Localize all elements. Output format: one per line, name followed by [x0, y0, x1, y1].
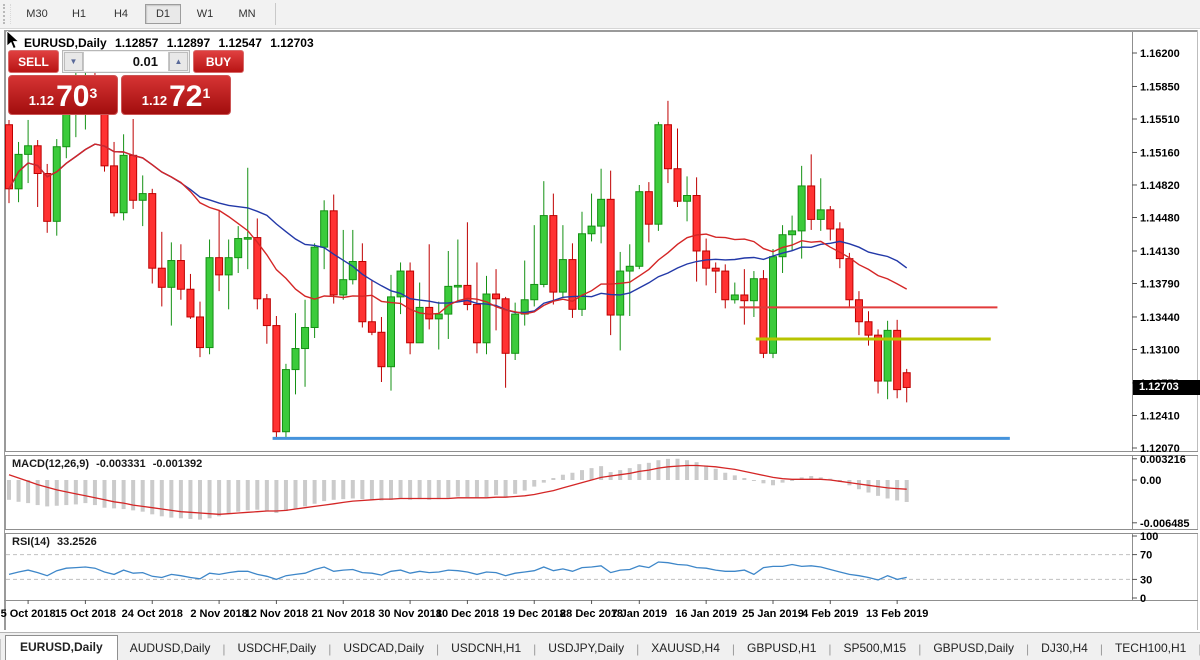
axis-date-label: 15 Oct 2018	[55, 608, 116, 620]
macd-signal-value: -0.001392	[152, 458, 203, 470]
axis-price-label: 30	[1140, 574, 1152, 586]
macd-label-row: MACD(12,26,9) -0.003331 -0.001392	[12, 458, 206, 470]
buy-price-base: 1.12	[141, 93, 168, 108]
axis-price-label: 1.13100	[1140, 344, 1180, 356]
axis-date-label: 30 Nov 2018	[378, 608, 442, 620]
tab-XAUUSD-H4[interactable]: XAUUSD,H4	[639, 637, 732, 660]
axis-date-label: 19 Dec 2018	[503, 608, 566, 620]
mouse-cursor-icon	[6, 31, 20, 50]
tab-GBPUSD-H1[interactable]: GBPUSD,H1	[735, 637, 828, 660]
axis-date-label: 12 Nov 2018	[245, 608, 309, 620]
ohlc-close: 1.12703	[270, 36, 314, 50]
rsi-indicator-label: RSI(14)	[12, 536, 50, 548]
axis-price-label: 1.16200	[1140, 48, 1180, 60]
axis-date-label: 2 Nov 2018	[190, 608, 247, 620]
axis-date-label: 4 Feb 2019	[802, 608, 858, 620]
chart-symbol-label: EURUSD,Daily	[24, 36, 107, 50]
axis-price-label: 1.15510	[1140, 114, 1180, 126]
axis-date-label: 13 Feb 2019	[866, 608, 928, 620]
sell-price-panel[interactable]: 1.12 70 3	[8, 75, 118, 115]
tab-USDCAD-Daily[interactable]: USDCAD,Daily	[331, 637, 436, 660]
axis-date-label: 25 Jan 2019	[742, 608, 804, 620]
axis-date-label: 7 Jan 2019	[611, 608, 667, 620]
rsi-value: 33.2526	[56, 536, 97, 548]
buy-price-point: 1	[202, 85, 211, 101]
chevron-up-icon: ▲	[174, 57, 183, 66]
lot-size-input[interactable]	[83, 52, 169, 71]
rsi-label-row: RSI(14) 33.2526	[12, 536, 101, 548]
axis-date-label: 16 Jan 2019	[675, 608, 737, 620]
axis-price-label: 0.00	[1140, 475, 1161, 487]
one-click-trading-row: SELL ▼ ▲ BUY	[8, 50, 244, 73]
axis-price-label: 1.14480	[1140, 213, 1180, 225]
axis-price-label: 1.14130	[1140, 246, 1180, 258]
axis-price-label: 0	[1140, 593, 1146, 605]
trading-platform-window: M30 H1 H4 D1 W1 MN 1.16200 1.15850 1.15510 1.151…	[0, 0, 1200, 660]
axis-price-label: 0.003216	[1140, 454, 1186, 466]
chart-header: EURUSD,Daily 1.12857 1.12897 1.12547 1.1…	[24, 36, 319, 50]
lot-size-control: ▼ ▲	[62, 50, 190, 73]
axis-price-label: 1.14820	[1140, 180, 1180, 192]
axis-date-label: 24 Oct 2018	[122, 608, 183, 620]
axis-price-label: 1.15850	[1140, 81, 1180, 93]
tab-USDCHF-Daily[interactable]: USDCHF,Daily	[226, 637, 329, 660]
axis-price-label: 1.13440	[1140, 312, 1180, 324]
sell-price-point: 3	[89, 85, 98, 101]
axis-price-label: 1.12410	[1140, 410, 1180, 422]
sell-button[interactable]: SELL	[8, 50, 59, 73]
ohlc-low: 1.12547	[218, 36, 262, 50]
macd-indicator-label: MACD(12,26,9)	[12, 458, 90, 470]
tab-USDJPY-Daily[interactable]: USDJPY,Daily	[536, 637, 636, 660]
axis-price-label: -0.006485	[1140, 518, 1190, 530]
tab-GBPUSD-Daily[interactable]: GBPUSD,Daily	[921, 637, 1026, 660]
chart-tabs: EURUSD,Daily AUDUSD,Daily | USDCHF,Daily | US…	[1, 635, 1200, 660]
axis-date-label: 10 Dec 2018	[436, 608, 499, 620]
macd-main-value: -0.003331	[96, 458, 146, 470]
axis-date-label: 5 Oct 2018	[1, 608, 56, 620]
axis-date-label: 21 Nov 2018	[311, 608, 375, 620]
sell-price-base: 1.12	[28, 93, 55, 108]
current-price-tag: 1.12703	[1133, 380, 1200, 395]
buy-button[interactable]: BUY	[193, 50, 244, 73]
chevron-down-icon: ▼	[69, 57, 78, 66]
axis-price-label: 70	[1140, 550, 1152, 562]
buy-price-pips: 72	[169, 80, 203, 113]
tab-DJ30-H4[interactable]: DJ30,H4	[1029, 637, 1100, 660]
axis-price-label: 1.13790	[1140, 278, 1180, 290]
tab-TECH100-H1[interactable]: TECH100,H1	[1103, 637, 1198, 660]
tab-USDCNH-H1[interactable]: USDCNH,H1	[439, 637, 533, 660]
axis-price-label: 100	[1140, 531, 1158, 543]
buy-price-panel[interactable]: 1.12 72 1	[121, 75, 231, 115]
tab-EURUSD-Daily[interactable]: EURUSD,Daily	[5, 635, 118, 660]
ohlc-high: 1.12897	[166, 36, 211, 50]
bid-ask-panels: 1.12 70 3 1.12 72 1	[8, 75, 231, 115]
tab-SP500-M15[interactable]: SP500,M15	[832, 637, 919, 660]
sell-price-pips: 70	[56, 80, 90, 113]
tab-AUDUSD-Daily[interactable]: AUDUSD,Daily	[118, 637, 223, 660]
lot-decrease-button[interactable]: ▼	[64, 52, 83, 71]
chart-tab-bar: EURUSD,Daily AUDUSD,Daily | USDCHF,Daily | US…	[0, 632, 1200, 660]
lot-increase-button[interactable]: ▲	[169, 52, 188, 71]
axis-price-label: 1.15160	[1140, 147, 1180, 159]
ohlc-open: 1.12857	[115, 36, 159, 50]
